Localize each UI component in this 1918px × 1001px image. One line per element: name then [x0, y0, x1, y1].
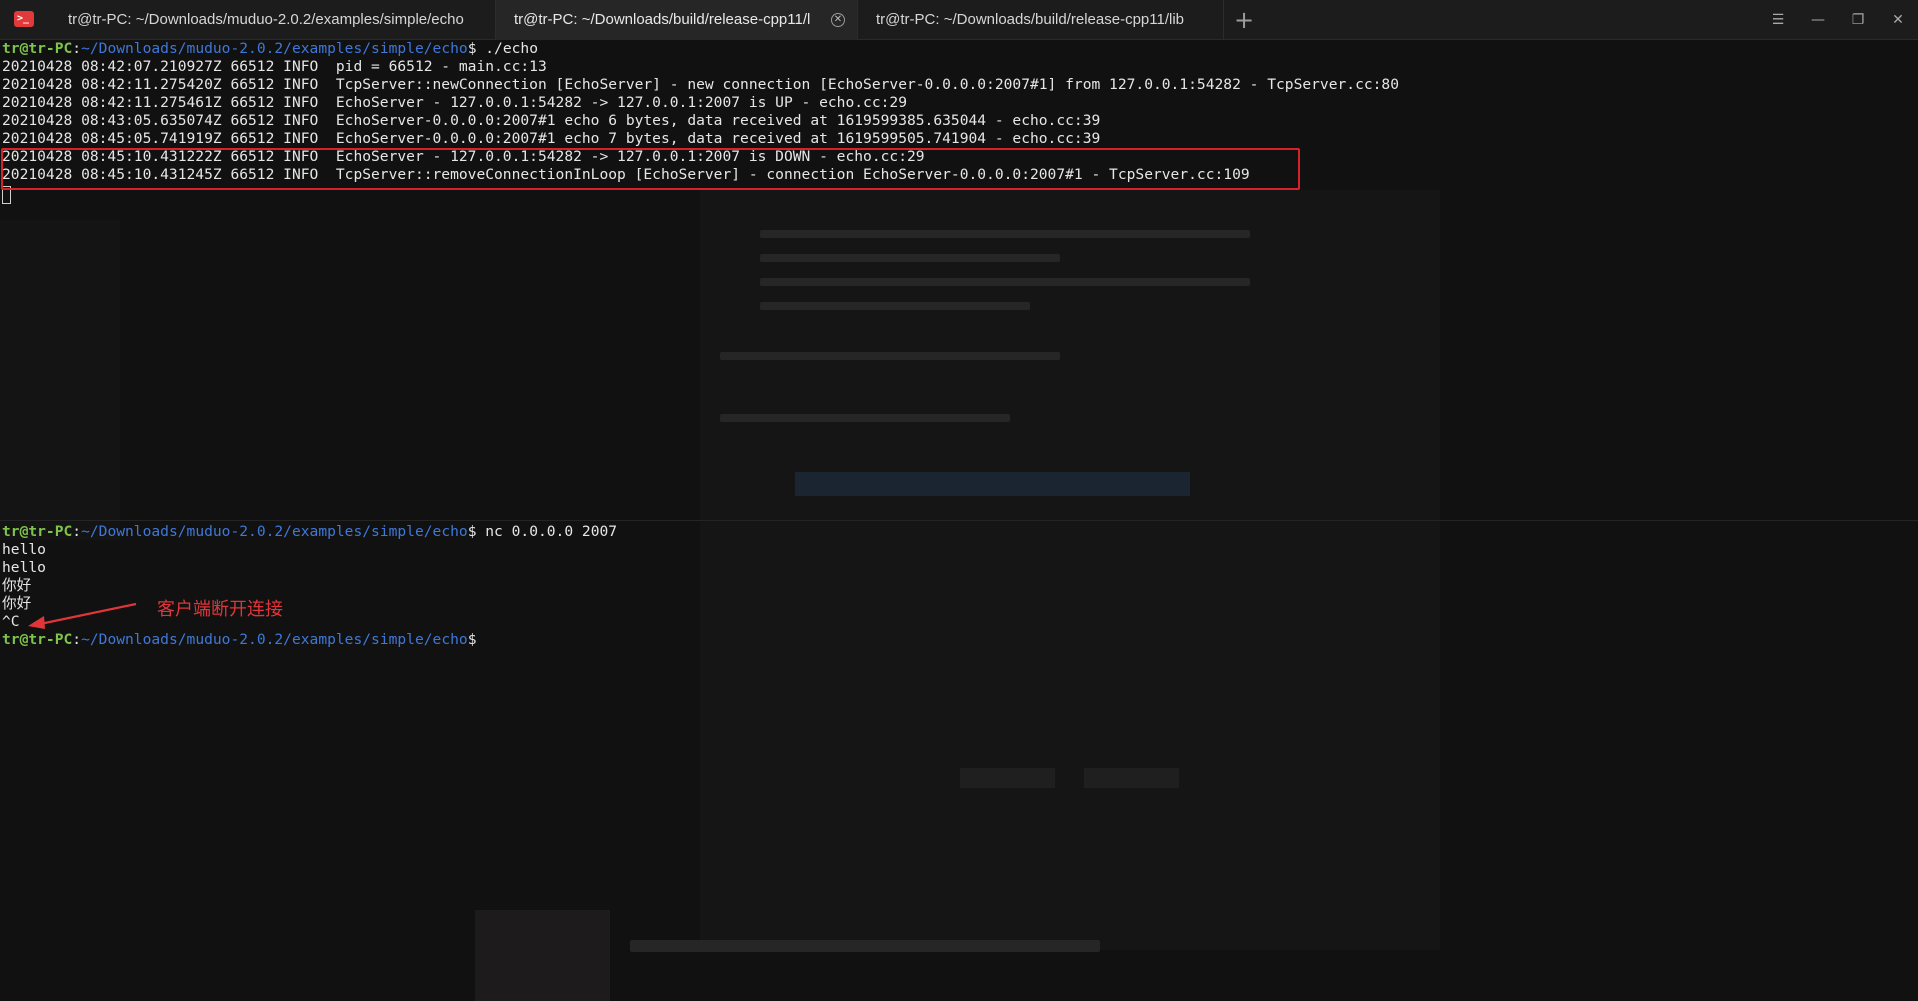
disconnect-annotation: 客户端断开连接	[157, 599, 283, 620]
prompt-path: ~/Downloads/muduo-2.0.2/examples/simple/…	[81, 631, 468, 648]
title-bar: >_ tr@tr-PC: ~/Downloads/muduo-2.0.2/exa…	[0, 0, 1918, 40]
background-ghost-line	[760, 302, 1030, 310]
pane-divider[interactable]	[0, 520, 1918, 521]
tab-echo[interactable]: tr@tr-PC: ~/Downloads/muduo-2.0.2/exampl…	[50, 0, 496, 40]
minimize-icon[interactable]: —	[1806, 8, 1830, 32]
log-line: 20210428 08:42:11.275461Z 66512 INFO Ech…	[2, 94, 907, 111]
output-line: 你好	[2, 577, 32, 594]
prompt-line: tr@tr-PC:~/Downloads/muduo-2.0.2/example…	[2, 631, 476, 649]
tab-release-cpp11-lib[interactable]: tr@tr-PC: ~/Downloads/build/release-cpp1…	[858, 0, 1224, 40]
close-circle-icon[interactable]: ✕	[831, 13, 845, 27]
prompt-colon: :	[72, 523, 82, 540]
menu-icon[interactable]: ☰	[1766, 8, 1790, 32]
tab-label: tr@tr-PC: ~/Downloads/build/release-cpp1…	[876, 11, 1185, 28]
prompt-line: tr@tr-PC:~/Downloads/muduo-2.0.2/example…	[2, 40, 538, 58]
prompt-command: nc 0.0.0.0 2007	[476, 523, 618, 540]
disconnect-highlight-box	[1, 148, 1300, 190]
tab-label: tr@tr-PC: ~/Downloads/build/release-cpp1…	[514, 11, 811, 28]
background-ghost-line	[630, 940, 1100, 952]
prompt-user: tr@tr-PC	[2, 40, 73, 57]
log-line: 20210428 08:43:05.635074Z 66512 INFO Ech…	[2, 112, 1101, 129]
prompt-dollar: $	[467, 631, 477, 648]
terminal-window[interactable]: tr@tr-PC:~/Downloads/muduo-2.0.2/example…	[0, 40, 1918, 1001]
background-ghost-line	[720, 414, 1010, 422]
background-ghost-line	[760, 278, 1250, 286]
log-line: 20210428 08:45:05.741919Z 66512 INFO Ech…	[2, 130, 1101, 147]
annotation-arrow-icon	[28, 602, 137, 629]
prompt-colon: :	[72, 40, 82, 57]
background-ghost-line	[760, 230, 1250, 238]
terminal-app-icon: >_	[14, 11, 34, 27]
prompt-path: ~/Downloads/muduo-2.0.2/examples/simple/…	[81, 40, 468, 57]
background-ghost-button	[1084, 768, 1179, 788]
output-line: hello	[2, 541, 46, 558]
tab-release-cpp11-active[interactable]: tr@tr-PC: ~/Downloads/build/release-cpp1…	[496, 0, 858, 40]
output-line: ^C	[2, 613, 20, 630]
prompt-line: tr@tr-PC:~/Downloads/muduo-2.0.2/example…	[2, 523, 617, 541]
prompt-user: tr@tr-PC	[2, 523, 73, 540]
prompt-command: ./echo	[476, 40, 538, 57]
background-ghost-bar	[795, 472, 1190, 496]
prompt-user: tr@tr-PC	[2, 631, 73, 648]
background-ghost-line	[760, 254, 1060, 262]
prompt-path: ~/Downloads/muduo-2.0.2/examples/simple/…	[81, 523, 468, 540]
log-line: 20210428 08:42:07.210927Z 66512 INFO pid…	[2, 58, 547, 75]
prompt-colon: :	[72, 631, 82, 648]
background-ghost-sidebar	[0, 220, 120, 540]
background-ghost-button	[960, 768, 1055, 788]
close-icon[interactable]: ✕	[1886, 8, 1910, 32]
background-ghost-image	[475, 910, 610, 1001]
output-line: hello	[2, 559, 46, 576]
background-ghost-line	[720, 352, 1060, 360]
log-line: 20210428 08:42:11.275420Z 66512 INFO Tcp…	[2, 76, 1400, 93]
new-tab-button[interactable]: +	[1224, 6, 1264, 34]
maximize-icon[interactable]: ❐	[1846, 8, 1870, 32]
tab-label: tr@tr-PC: ~/Downloads/muduo-2.0.2/exampl…	[68, 11, 464, 28]
